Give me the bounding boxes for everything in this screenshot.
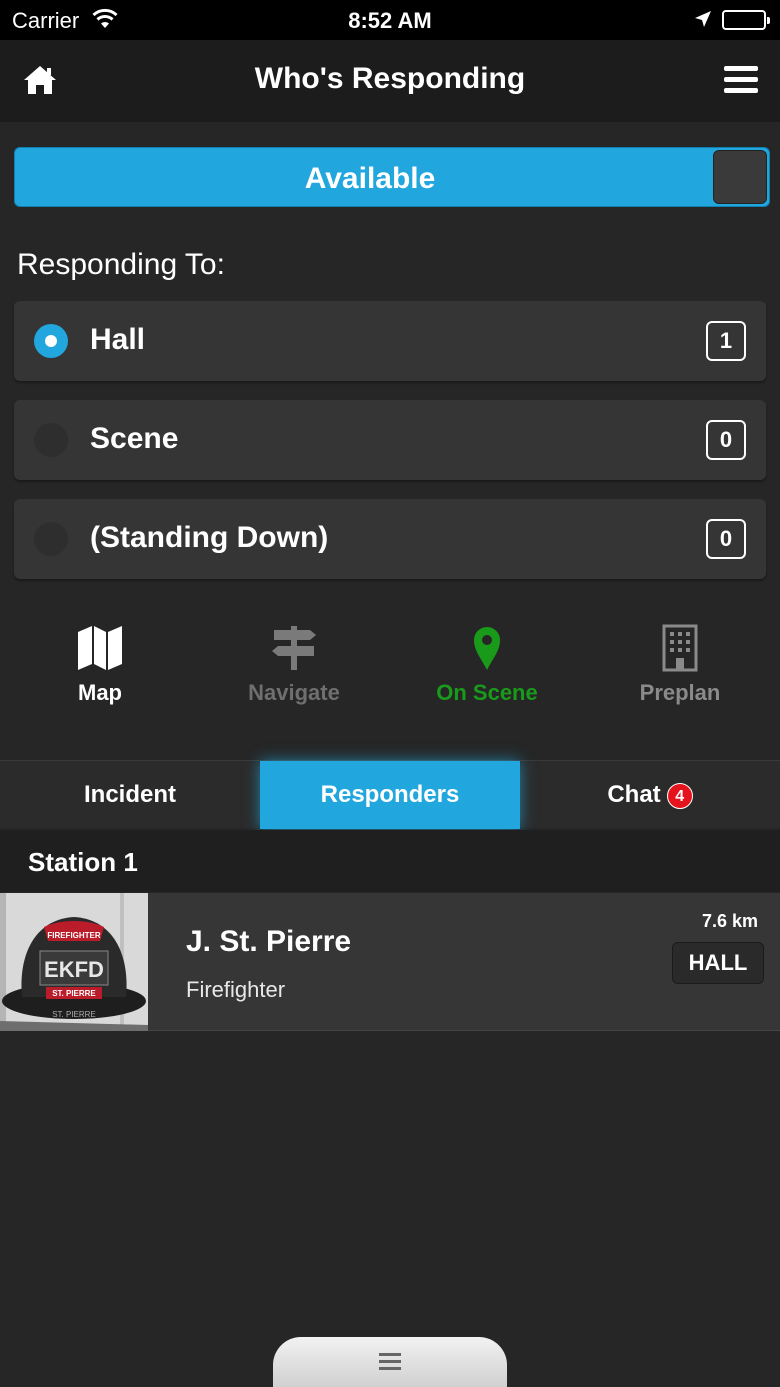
responding-to-label: Responding To:: [17, 248, 225, 281]
map-icon: [78, 626, 122, 670]
responder-role: Firefighter: [186, 977, 286, 1002]
toggle-knob[interactable]: [713, 150, 767, 204]
avatar: FIREFIGHTER EKFD ST. PIERRE ST. PIERRE: [0, 893, 148, 1031]
station-header: Station 1: [0, 830, 780, 892]
tab-label: Responders: [320, 781, 460, 808]
preplan-button[interactable]: Preplan: [590, 624, 770, 724]
map-pin-icon: [474, 627, 500, 670]
station-title: Station 1: [28, 847, 138, 877]
helmet-text-name: ST. PIERRE: [52, 989, 96, 998]
availability-label: Available: [304, 162, 436, 195]
on-scene-button[interactable]: On Scene: [397, 624, 577, 724]
drawer-menu-icon: [379, 1353, 401, 1370]
helmet-text-badge: EKFD: [44, 957, 104, 982]
option-count: 1: [706, 321, 746, 361]
tab-chat[interactable]: Chat 4: [520, 761, 780, 829]
option-label: (Standing Down): [90, 521, 329, 554]
status-bar: Carrier 8:52 AM: [0, 0, 780, 40]
preplan-label: Preplan: [639, 680, 721, 705]
option-scene[interactable]: Scene 0: [14, 400, 766, 480]
building-icon: [662, 624, 698, 672]
map-button[interactable]: Map: [10, 624, 190, 724]
tab-bar: Incident Responders Chat 4: [0, 760, 780, 829]
status-badge: HALL: [672, 942, 764, 984]
option-label: Hall: [90, 323, 146, 356]
battery-icon: [722, 10, 770, 30]
hamburger-menu-icon[interactable]: [724, 66, 758, 99]
location-arrow-icon: [694, 10, 712, 33]
tab-label: Chat: [607, 781, 661, 808]
navigation-bar: Who's Responding: [0, 40, 780, 122]
clock: 8:52 AM: [348, 8, 432, 33]
tab-responders[interactable]: Responders: [260, 761, 520, 829]
bottom-drawer-handle[interactable]: [273, 1337, 507, 1387]
page-title: Who's Responding: [254, 62, 526, 95]
unread-badge: 4: [666, 782, 693, 809]
signpost-icon: [272, 626, 316, 670]
navigate-button[interactable]: Navigate: [204, 624, 384, 724]
option-count: 0: [706, 420, 746, 460]
option-label: Scene: [90, 422, 179, 455]
responder-row[interactable]: FIREFIGHTER EKFD ST. PIERRE ST. PIERRE J…: [0, 893, 780, 1031]
on-scene-label: On Scene: [436, 680, 538, 705]
option-count: 0: [706, 519, 746, 559]
helmet-text-brim: ST. PIERRE: [52, 1010, 96, 1019]
navigate-label: Navigate: [248, 680, 340, 705]
helmet-text-top: FIREFIGHTER: [47, 931, 101, 940]
availability-toggle[interactable]: Available: [14, 147, 770, 207]
radio-unselected-icon[interactable]: [34, 423, 68, 457]
option-hall[interactable]: Hall 1: [14, 301, 766, 381]
tab-incident[interactable]: Incident: [0, 761, 260, 829]
radio-selected-icon[interactable]: [34, 324, 68, 358]
tab-label: Incident: [83, 781, 176, 808]
firefighter-helmet-photo: FIREFIGHTER EKFD ST. PIERRE ST. PIERRE: [0, 893, 148, 1031]
option-standing-down[interactable]: (Standing Down) 0: [14, 499, 766, 579]
radio-unselected-icon[interactable]: [34, 522, 68, 556]
responder-name: J. St. Pierre: [186, 925, 352, 958]
responder-distance: 7.6 km: [701, 911, 758, 931]
map-label: Map: [78, 680, 122, 705]
